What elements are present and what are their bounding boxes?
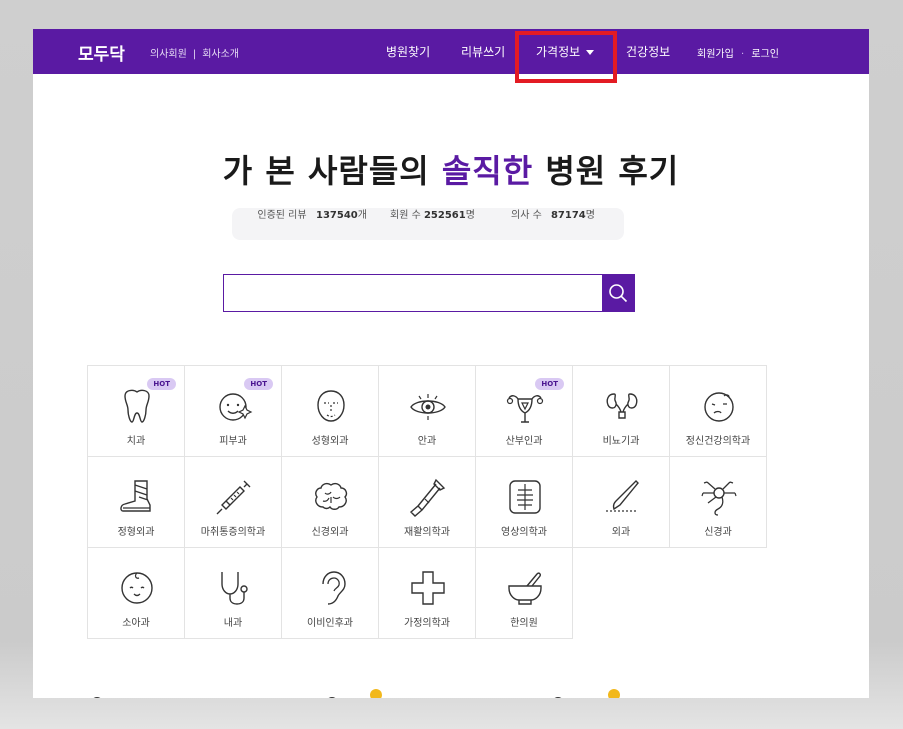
department-obgyn[interactable]: HOT 산부인과 [475,365,573,457]
search-button[interactable] [602,274,634,312]
department-psychiatry[interactable]: 정신건강의학과 [669,365,767,457]
logo[interactable]: 모두닥 [78,40,125,65]
xray-chest-icon [509,480,541,514]
top-navigation-bar: 모두닥 의사회원 | 회사소개 병원찾기 리뷰쓰기 가격정보 건강정보 회원가입 ·… [33,29,869,83]
hero-title-part2: 병원 후기 [533,152,680,190]
reviews-label: 인증된 리뷰 [257,210,307,221]
mortar-pestle-icon [508,572,542,605]
department-label: 성형외과 [311,436,349,447]
doctors-value: 87174 [550,210,586,221]
doctors-label: 의사 수 [511,210,542,221]
department-label: 외과 [611,527,631,538]
cast-foot-icon [120,480,151,512]
stethoscope-icon [221,572,248,605]
coin-icon [608,689,620,698]
department-urology[interactable]: 비뇨기과 [572,365,670,457]
department-dentistry[interactable]: HOT 치과 [87,365,185,457]
baby-face-icon [121,572,153,604]
syringe-icon [216,480,251,515]
department-label: 안과 [417,436,437,447]
price-info-highlight-box [515,31,617,83]
doctors-unit: 명 [585,210,595,221]
login-link[interactable]: 로그인 [751,49,779,60]
partially-visible-section-headers [86,689,786,698]
department-radiology[interactable]: 영상의학과 [475,456,573,548]
ear-icon [322,571,346,605]
secondary-links: 의사회원 | 회사소개 [150,45,239,60]
face-outline-icon [317,390,345,422]
sparkle-face-icon [219,393,253,421]
signup-link[interactable]: 회원가입 [697,49,734,60]
members-label: 회원 수 [390,210,421,221]
hero-title-part1: 가 본 사람들의 [222,152,442,190]
kidney-icon [606,393,638,419]
uterus-icon [506,395,544,423]
department-anesthesiology[interactable]: 마취통증의학과 [184,456,282,548]
department-orthopedics[interactable]: 정형외과 [87,456,185,548]
medical-cross-icon [411,571,445,605]
department-oriental-medicine[interactable]: 한의원 [475,547,573,639]
hero-title-accent: 솔직한 [441,152,534,190]
doctors-stat: 의사 수 87174명 [511,209,595,222]
department-label: 영상의학과 [501,527,547,538]
department-plastic-surgery[interactable]: 성형외과 [281,365,379,457]
department-ophthalmology[interactable]: 안과 [378,365,476,457]
department-label: 신경외과 [311,527,349,538]
search-input[interactable] [224,275,602,311]
nav-separator: | [192,49,197,60]
department-ent[interactable]: 이비인후과 [281,547,379,639]
department-surgery[interactable]: 외과 [572,456,670,548]
neuron-icon [701,481,737,516]
reviews-count: 137540개 [316,209,367,222]
department-label: 내과 [223,618,243,629]
about-link[interactable]: 회사소개 [202,49,239,60]
nav-write-review[interactable]: 리뷰쓰기 [461,43,505,60]
browser-viewport: 모두닥 의사회원 | 회사소개 병원찾기 리뷰쓰기 가격정보 건강정보 회원가입 ·… [33,29,869,698]
bullet-icon [91,697,103,698]
bullet-icon [552,697,564,698]
department-label: 정형외과 [117,527,155,538]
department-dermatology[interactable]: HOT 피부과 [184,365,282,457]
members-stat: 회원 수 252561명 [390,209,475,222]
department-label: 재활의학과 [404,527,450,538]
nav-dot: · [741,49,745,60]
brain-icon [315,482,348,510]
department-label: 신경과 [704,527,732,538]
department-label: 산부인과 [505,436,543,447]
department-label: 정신건강의학과 [685,436,751,447]
members-value: 252561 [423,210,466,221]
department-label: 가정의학과 [404,618,450,629]
tooth-icon [124,389,150,423]
search-bar [223,274,635,312]
department-label: 치과 [126,436,146,447]
nav-health-info[interactable]: 건강정보 [626,43,670,60]
reviews-value: 137540 [316,210,358,221]
stats-box: 인증된 리뷰 137540개 회원 수 252561명 의사 수 87174명 [232,208,624,240]
department-neurology[interactable]: 신경과 [669,456,767,548]
department-label: 비뇨기과 [602,436,640,447]
scalpel-icon [606,480,639,512]
bullet-icon [326,697,338,698]
department-label: 한의원 [510,618,538,629]
hero-title: 가 본 사람들의 솔직한 병원 후기 [33,146,869,192]
doctor-member-link[interactable]: 의사회원 [150,49,187,60]
members-unit: 명 [465,210,475,221]
coin-icon [370,689,382,698]
crutch-icon [409,478,446,517]
department-label: 이비인후과 [307,618,353,629]
department-label: 소아과 [122,618,150,629]
signup-login: 회원가입 · 로그인 [697,45,779,60]
thinking-face-icon [704,392,734,422]
department-rehabilitation[interactable]: 재활의학과 [378,456,476,548]
department-label: 피부과 [219,436,247,447]
reviews-unit: 개 [357,210,367,221]
department-pediatrics[interactable]: 소아과 [87,547,185,639]
nav-find-hospital[interactable]: 병원찾기 [386,43,430,60]
search-icon [609,284,628,303]
department-family-medicine[interactable]: 가정의학과 [378,547,476,639]
department-internal-medicine[interactable]: 내과 [184,547,282,639]
department-label: 마취통증의학과 [200,527,266,538]
eye-icon [410,394,446,420]
department-neurosurgery[interactable]: 신경외과 [281,456,379,548]
